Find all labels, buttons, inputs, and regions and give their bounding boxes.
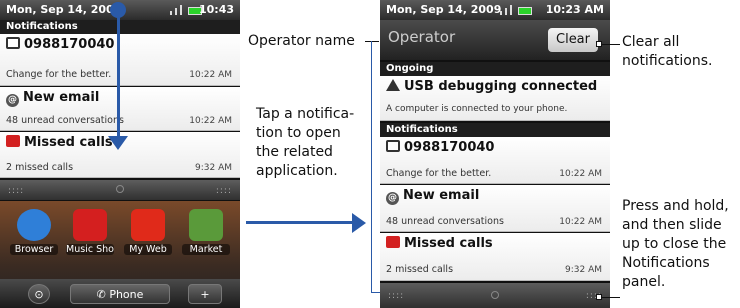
status-bar: Mon, Sep 14, 2009 10:23 AM bbox=[380, 0, 610, 20]
notification-title: New email bbox=[23, 90, 100, 105]
home-screen: Browser Music Sho My Web Market ⊙ ✆ Phon… bbox=[0, 201, 240, 308]
status-icons bbox=[500, 5, 532, 15]
notification-time: 10:22 AM bbox=[559, 217, 602, 227]
notifications-header: Notifications bbox=[380, 123, 610, 137]
arrow-right-icon bbox=[352, 213, 366, 233]
all-apps-button[interactable]: ⊙ bbox=[28, 284, 50, 304]
app-label: My Web bbox=[124, 244, 172, 255]
notification-time: 9:32 AM bbox=[195, 163, 232, 173]
app-browser[interactable]: Browser bbox=[10, 209, 58, 255]
clear-button[interactable]: Clear bbox=[548, 28, 598, 52]
notifications-header: Notifications bbox=[0, 20, 240, 34]
notification-time: 10:22 AM bbox=[559, 169, 602, 179]
ongoing-header: Ongoing bbox=[380, 62, 610, 76]
missed-call-icon bbox=[386, 236, 400, 248]
arrow-down-icon bbox=[108, 136, 128, 150]
notification-text: 48 unread conversations bbox=[6, 115, 124, 126]
operator-bar: Operator Clear bbox=[380, 20, 610, 60]
missed-call-icon bbox=[6, 135, 20, 147]
status-time: 10:43 bbox=[198, 3, 234, 16]
phone-button[interactable]: ✆ Phone bbox=[70, 284, 170, 304]
notification-panel-handle[interactable]: :::: :::: bbox=[380, 283, 610, 308]
notification-text: 48 unread conversations bbox=[386, 216, 504, 227]
notification-panel-handle[interactable]: :::: :::: bbox=[0, 180, 240, 200]
drag-start-dot bbox=[110, 2, 126, 18]
phone-label: Phone bbox=[109, 288, 144, 301]
notification-time: 10:22 AM bbox=[189, 116, 232, 126]
notification-text: Change for the better. bbox=[6, 69, 112, 80]
press-hold-annotation: Press and hold, and then slide up to clo… bbox=[622, 198, 729, 290]
sms-icon bbox=[6, 37, 20, 49]
notification-email[interactable]: @ New email 48 unread conversations 10:22… bbox=[0, 87, 240, 131]
phone-icon: ✆ bbox=[96, 288, 110, 301]
left-phone-screen: Mon, Sep 14, 2009 10:43 Notifications 09… bbox=[0, 0, 240, 308]
notification-sms[interactable]: 0988170040 Change for the better. 10:22 … bbox=[0, 34, 240, 86]
notification-time: 10:22 AM bbox=[189, 70, 232, 80]
notification-title: 0988170040 bbox=[24, 37, 115, 52]
battery-icon bbox=[518, 7, 532, 15]
dock: ⊙ ✆ Phone + bbox=[0, 279, 240, 308]
slide-down-arrow-shaft bbox=[117, 8, 120, 138]
status-icons bbox=[170, 5, 202, 15]
music-shop-icon bbox=[73, 209, 107, 241]
operator-name-annotation: Operator name bbox=[248, 33, 355, 49]
notification-title: 0988170040 bbox=[404, 140, 495, 155]
notification-text: Change for the better. bbox=[386, 168, 492, 179]
notification-text: 2 missed calls bbox=[386, 264, 454, 275]
warning-icon bbox=[386, 79, 400, 91]
app-market[interactable]: Market bbox=[182, 209, 230, 255]
right-phone-screen: Mon, Sep 14, 2009 10:23 AM Operator Clea… bbox=[380, 0, 610, 308]
app-label: Music Sho bbox=[66, 244, 114, 255]
app-my-web[interactable]: My Web bbox=[124, 209, 172, 255]
browser-icon bbox=[17, 209, 51, 241]
notification-usb-debugging[interactable]: USB debugging connected A computer is co… bbox=[380, 76, 610, 121]
status-date: Mon, Sep 14, 2009 bbox=[6, 3, 122, 16]
status-time: 10:23 AM bbox=[545, 3, 604, 16]
add-button[interactable]: + bbox=[188, 284, 222, 304]
notification-title: Missed calls bbox=[24, 135, 113, 150]
email-icon: @ bbox=[6, 94, 19, 107]
arrow-right-shaft bbox=[246, 221, 356, 224]
app-music-shop[interactable]: Music Sho bbox=[66, 209, 114, 255]
sms-icon bbox=[386, 140, 400, 152]
app-label: Browser bbox=[10, 244, 58, 255]
signal-icon bbox=[170, 11, 172, 15]
notification-title: Missed calls bbox=[404, 236, 493, 251]
operator-name: Operator bbox=[388, 28, 456, 46]
email-icon: @ bbox=[386, 192, 399, 205]
app-label: Market bbox=[182, 244, 230, 255]
notification-text: 2 missed calls bbox=[6, 162, 74, 173]
notification-sms[interactable]: 0988170040 Change for the better. 10:22 … bbox=[380, 137, 610, 184]
tap-annotation: Tap a notifica- tion to open the related… bbox=[256, 106, 355, 179]
signal-icon bbox=[500, 11, 502, 15]
clear-all-annotation: Clear all notifications. bbox=[622, 34, 713, 69]
status-date: Mon, Sep 14, 2009 bbox=[386, 3, 502, 16]
market-icon bbox=[189, 209, 223, 241]
notification-email[interactable]: @ New email 48 unread conversations 10:22… bbox=[380, 185, 610, 232]
bracket-line bbox=[371, 41, 372, 293]
my-web-icon bbox=[131, 209, 165, 241]
notification-time: 9:32 AM bbox=[565, 265, 602, 275]
notification-title: New email bbox=[403, 188, 480, 203]
notification-title: USB debugging connected bbox=[404, 79, 598, 94]
notification-missed-calls[interactable]: Missed calls 2 missed calls 9:32 AM bbox=[380, 233, 610, 281]
notification-text: A computer is connected to your phone. bbox=[386, 104, 568, 114]
